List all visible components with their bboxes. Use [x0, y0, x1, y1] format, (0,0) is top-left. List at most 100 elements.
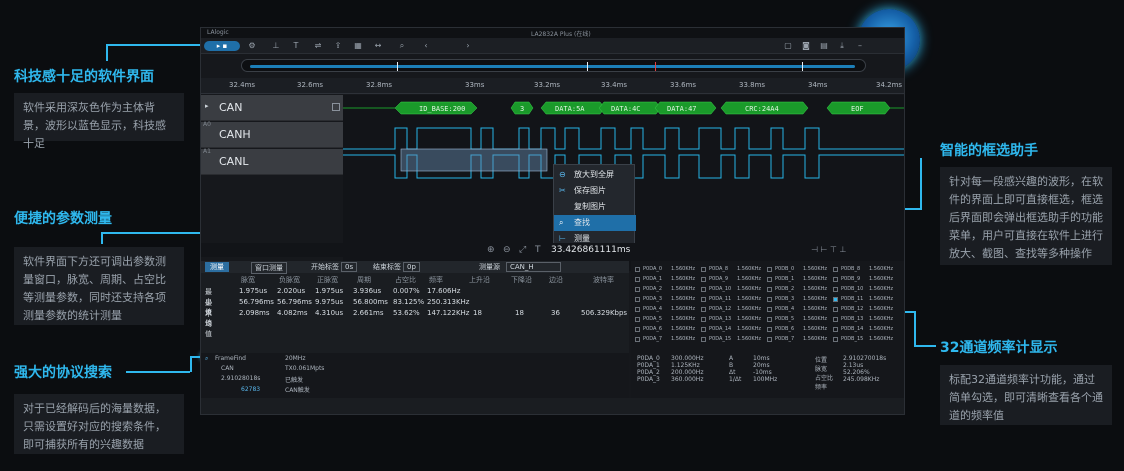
- trigger-icon[interactable]: ⊥: [271, 41, 281, 51]
- channel-frequency: 1.560KHz: [671, 266, 695, 272]
- channel-checkbox[interactable]: [767, 307, 772, 312]
- cursor-icon[interactable]: T: [291, 41, 301, 51]
- fit-icon[interactable]: ⤢: [519, 245, 526, 255]
- tick-label: 32.6ms: [297, 81, 324, 89]
- channel-checkbox[interactable]: [767, 317, 772, 322]
- tick-label: 34.2ms: [876, 81, 903, 89]
- channel-frequency: 1.560KHz: [803, 316, 827, 322]
- channel-checkbox[interactable]: [833, 267, 838, 272]
- channel-label: P0DB_9: [841, 276, 861, 282]
- measure-icon[interactable]: ↔: [373, 41, 383, 51]
- channel-label: P0DB_5: [775, 316, 795, 322]
- channel-checkbox[interactable]: [701, 287, 706, 292]
- capture-icon[interactable]: ◙: [801, 41, 811, 51]
- start-select[interactable]: 0s: [341, 262, 358, 272]
- channel-checkbox[interactable]: [833, 297, 838, 302]
- channel-row-canh[interactable]: A0 CANH: [201, 121, 343, 148]
- expand-icon[interactable]: ▸: [205, 102, 209, 110]
- forward-icon[interactable]: ›: [463, 41, 473, 51]
- result-item[interactable]: 已触发: [285, 375, 303, 384]
- channel-checkbox[interactable]: [701, 307, 706, 312]
- layout-icon[interactable]: ▤: [819, 41, 829, 51]
- channel-checkbox[interactable]: [635, 327, 640, 332]
- channel-frequency: 1.560KHz: [803, 266, 827, 272]
- nav-icons[interactable]: ⊣ ⊢ ⊤ ⊥: [811, 245, 847, 254]
- end-select[interactable]: 0p: [403, 262, 420, 272]
- channel-label: P0DB_4: [775, 306, 795, 312]
- channel-checkbox[interactable]: [701, 337, 706, 342]
- overview-marker: [587, 62, 588, 71]
- promo-page: 科技感十足的软件界面 软件采用深灰色作为主体背景，波形以蓝色显示，科技感十足 便…: [0, 0, 1124, 471]
- channel-checkbox[interactable]: [767, 277, 772, 282]
- channel-checkbox[interactable]: [767, 337, 772, 342]
- channel-checkbox[interactable]: [701, 277, 706, 282]
- zoom-out-icon[interactable]: ⊖: [503, 245, 511, 255]
- overview-marker: [802, 62, 803, 71]
- channel-checkbox[interactable]: [833, 277, 838, 282]
- channel-checkbox[interactable]: [767, 327, 772, 332]
- overview-bar[interactable]: [241, 59, 866, 72]
- channel-checkbox[interactable]: [701, 267, 706, 272]
- channel-row-can[interactable]: ▸ CAN: [201, 95, 343, 121]
- source-select[interactable]: CAN_H: [506, 262, 561, 272]
- zoom-icon[interactable]: ⌕: [397, 41, 407, 51]
- minimize-icon[interactable]: –: [855, 41, 865, 51]
- menu-item-save-image[interactable]: ✂ 保存图片: [554, 183, 636, 199]
- channel-settings-icon[interactable]: [332, 103, 340, 111]
- channel-checkbox[interactable]: [833, 337, 838, 342]
- channel-checkbox[interactable]: [635, 337, 640, 342]
- channel-checkbox[interactable]: [701, 297, 706, 302]
- export-icon[interactable]: ⇪: [333, 41, 343, 51]
- result-item[interactable]: CAN触发: [285, 385, 310, 394]
- channel-checkbox[interactable]: [635, 307, 640, 312]
- channel-label: P0DA_10: [709, 286, 732, 292]
- result-item[interactable]: TX0.061Mpts: [285, 365, 324, 372]
- summary-right: 位置 脉宽 占空比 频率: [815, 357, 834, 391]
- channel-checkbox[interactable]: [701, 317, 706, 322]
- time-ruler[interactable]: 32.4ms 32.6ms 32.8ms 33ms 33.2ms 33.4ms …: [201, 78, 904, 94]
- channel-checkbox[interactable]: [635, 277, 640, 282]
- channel-checkbox[interactable]: [635, 287, 640, 292]
- cursor-icon[interactable]: T: [535, 245, 541, 255]
- tick-label: 33.4ms: [601, 81, 628, 89]
- summary-right-values: 2.910270018s 2.13us 52.206% 245.098KHz: [843, 355, 887, 383]
- zoom-fit-icon: ⊖: [559, 170, 566, 179]
- zoom-in-icon[interactable]: ⊕: [487, 245, 495, 255]
- channel-frequency: 1.560KHz: [869, 306, 893, 312]
- search-icon[interactable]: ⌕: [205, 355, 208, 363]
- measure-mode-select[interactable]: 窗口测量: [251, 262, 287, 274]
- channel-checkbox[interactable]: [833, 327, 838, 332]
- callout-measure-body: 软件界面下方还可调出参数测量窗口，脉宽、周期、占空比等测量参数，同时还支持各项测…: [14, 247, 184, 325]
- channel-row-canl[interactable]: A1 CANL: [201, 148, 343, 175]
- channel-checkbox[interactable]: [833, 317, 838, 322]
- channel-checkbox[interactable]: [767, 287, 772, 292]
- channel-checkbox[interactable]: [767, 267, 772, 272]
- channel-label: P0DB_0: [775, 266, 795, 272]
- protocol-icon[interactable]: ⇌: [313, 41, 323, 51]
- channel-checkbox[interactable]: [701, 327, 706, 332]
- channel-checkbox[interactable]: [635, 297, 640, 302]
- channel-number: A1: [203, 148, 211, 155]
- menu-item-copy-image[interactable]: 复制图片: [554, 199, 636, 215]
- window-icon[interactable]: ▢: [783, 41, 793, 51]
- decode-label: ID_BASE:200: [419, 105, 465, 113]
- back-icon[interactable]: ‹: [421, 41, 431, 51]
- overview-marker: [397, 62, 398, 71]
- channel-checkbox[interactable]: [635, 267, 640, 272]
- download-icon[interactable]: ⤓: [837, 41, 847, 51]
- channel-checkbox[interactable]: [833, 287, 838, 292]
- run-button[interactable]: ▸ ▪: [204, 41, 240, 51]
- measure-tab[interactable]: 测量: [205, 262, 229, 272]
- selection-box: [400, 148, 548, 172]
- channel-frequency: 1.560KHz: [803, 306, 827, 312]
- menu-item-find[interactable]: ⌕ 查找: [554, 215, 636, 231]
- channel-checkbox[interactable]: [833, 307, 838, 312]
- settings-icon[interactable]: ⚙: [247, 41, 257, 51]
- signal-icon[interactable]: ▦: [353, 41, 363, 51]
- connector-line: [126, 371, 190, 373]
- channel-checkbox[interactable]: [635, 317, 640, 322]
- channel-checkbox[interactable]: [767, 297, 772, 302]
- menu-item-zoom-full[interactable]: ⊖ 放大到全屏: [554, 167, 636, 183]
- search-result[interactable]: 62783: [241, 386, 260, 393]
- channel-label: P0DB_10: [841, 286, 864, 292]
